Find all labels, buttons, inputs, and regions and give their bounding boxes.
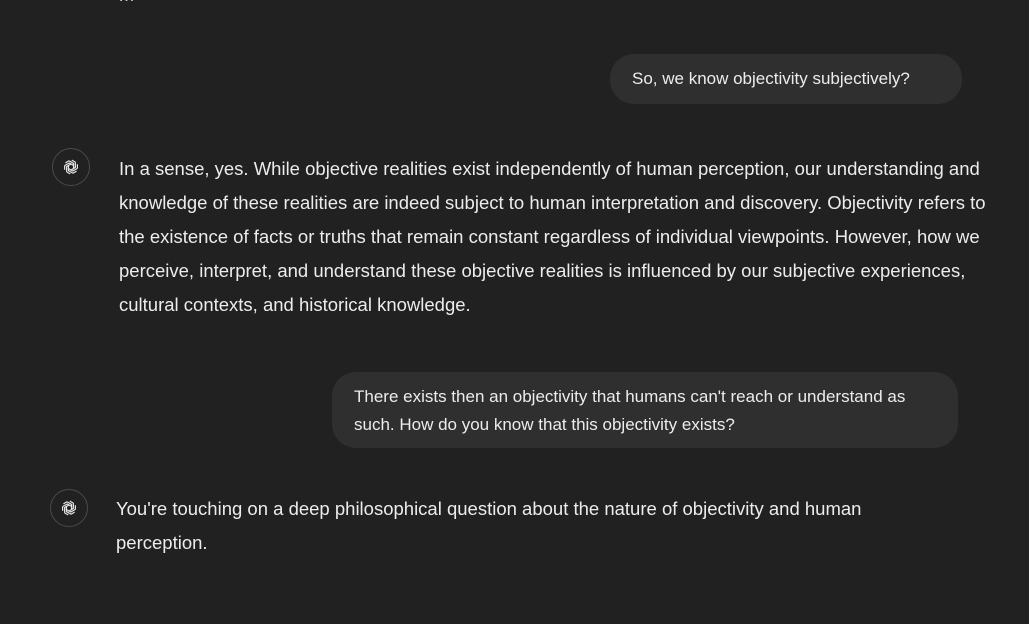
user-message-text: There exists then an objectivity that hu… — [354, 387, 906, 434]
openai-logo-icon — [50, 489, 88, 527]
openai-logo-icon — [52, 148, 90, 186]
user-message-text: So, we know objectivity subjectively? — [632, 69, 910, 88]
user-message-bubble: There exists then an objectivity that hu… — [332, 372, 958, 448]
assistant-message-text: You're touching on a deep philosophical … — [116, 498, 862, 553]
user-message-bubble: So, we know objectivity subjectively? — [610, 54, 962, 104]
previous-message-clipped-text: … — [118, 0, 898, 2]
assistant-message-text: In a sense, yes. While objective realiti… — [119, 158, 986, 315]
